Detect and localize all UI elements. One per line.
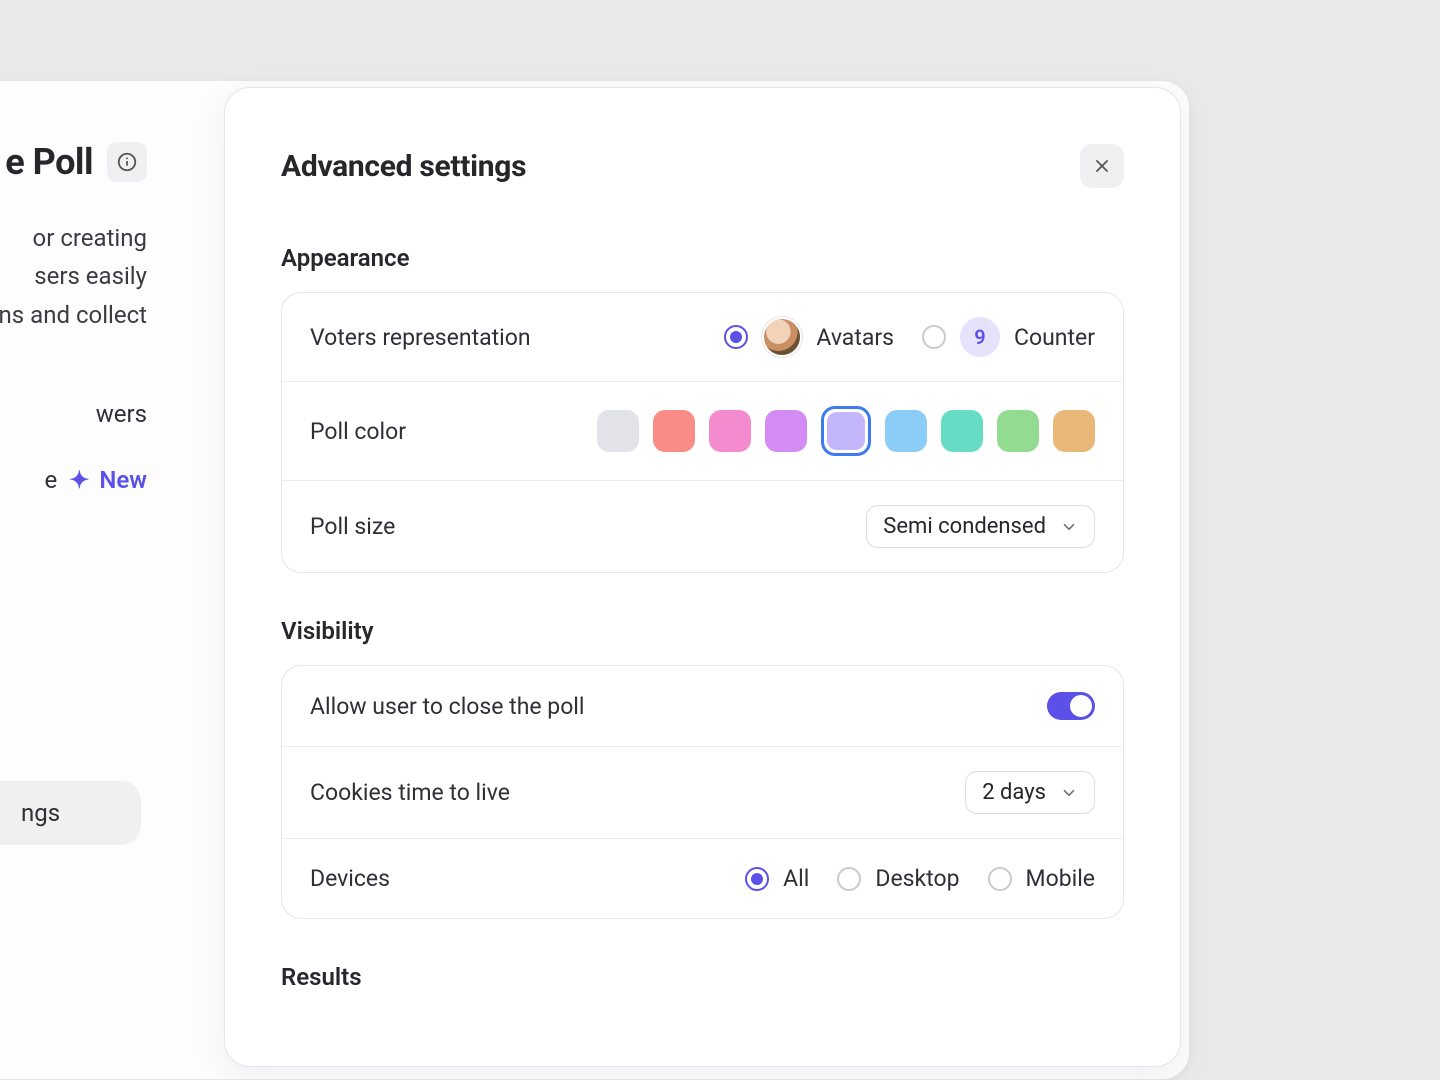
color-swatch[interactable]: [653, 410, 695, 452]
sidebar-item-selected[interactable]: ngs: [0, 781, 141, 845]
close-icon: [1092, 156, 1112, 176]
section-title-visibility: Visibility: [281, 617, 1124, 645]
allow-close-toggle[interactable]: [1047, 692, 1095, 720]
color-swatch[interactable]: [765, 410, 807, 452]
radio-icon: [922, 325, 946, 349]
color-swatch[interactable]: [1053, 410, 1095, 452]
section-title-appearance: Appearance: [281, 244, 1124, 272]
color-swatches: [597, 406, 1095, 456]
radio-option-avatars[interactable]: Avatars: [724, 317, 894, 357]
cookies-ttl-select[interactable]: 2 days: [965, 771, 1095, 814]
radio-label: Mobile: [1026, 865, 1096, 892]
radio-label: All: [783, 865, 809, 892]
select-value: 2 days: [982, 780, 1046, 805]
radio-icon: [837, 867, 861, 891]
color-swatch[interactable]: [885, 410, 927, 452]
voters-representation-label: Voters representation: [310, 324, 531, 351]
chevron-down-icon: [1060, 518, 1078, 536]
counter-chip: 9: [960, 317, 1000, 357]
avatar-icon: [762, 317, 802, 357]
radio-option-desktop[interactable]: Desktop: [837, 865, 959, 892]
section-title-results: Results: [281, 963, 1124, 991]
radio-option-mobile[interactable]: Mobile: [988, 865, 1096, 892]
info-button[interactable]: [107, 142, 147, 182]
close-button[interactable]: [1080, 144, 1124, 188]
radio-option-counter[interactable]: 9 Counter: [922, 317, 1095, 357]
color-swatch-selected[interactable]: [821, 406, 871, 456]
color-swatch[interactable]: [997, 410, 1039, 452]
left-panel: e Poll or creating sers easily ns and co…: [0, 81, 171, 556]
radio-label: Counter: [1014, 324, 1095, 351]
page-subtitle: or creating sers easily ns and collect: [0, 219, 147, 334]
radio-label: Avatars: [816, 324, 894, 351]
radio-option-all[interactable]: All: [745, 865, 809, 892]
select-value: Semi condensed: [883, 514, 1046, 539]
poll-size-select[interactable]: Semi condensed: [866, 505, 1095, 548]
radio-icon: [745, 867, 769, 891]
poll-color-label: Poll color: [310, 418, 406, 445]
sidebar-item-new[interactable]: e ✦ New: [0, 466, 147, 494]
color-swatch[interactable]: [709, 410, 751, 452]
info-icon: [116, 151, 138, 173]
devices-label: Devices: [310, 865, 390, 892]
allow-close-label: Allow user to close the poll: [310, 693, 585, 720]
radio-icon: [724, 325, 748, 349]
poll-size-label: Poll size: [310, 513, 395, 540]
radio-icon: [988, 867, 1012, 891]
radio-label: Desktop: [875, 865, 959, 892]
cookies-ttl-label: Cookies time to live: [310, 779, 510, 806]
modal-title: Advanced settings: [281, 149, 526, 184]
app-window: e Poll or creating sers easily ns and co…: [0, 80, 1190, 1080]
color-swatch[interactable]: [941, 410, 983, 452]
page-title: e Poll: [5, 141, 93, 183]
advanced-settings-modal: Advanced settings Appearance Voters repr…: [224, 87, 1181, 1067]
sidebar-item[interactable]: wers: [0, 400, 147, 428]
sparkle-icon: ✦: [69, 466, 89, 494]
chevron-down-icon: [1060, 784, 1078, 802]
appearance-card: Voters representation Avatars 9 Counter …: [281, 292, 1124, 573]
visibility-card: Allow user to close the poll Cookies tim…: [281, 665, 1124, 919]
color-swatch[interactable]: [597, 410, 639, 452]
